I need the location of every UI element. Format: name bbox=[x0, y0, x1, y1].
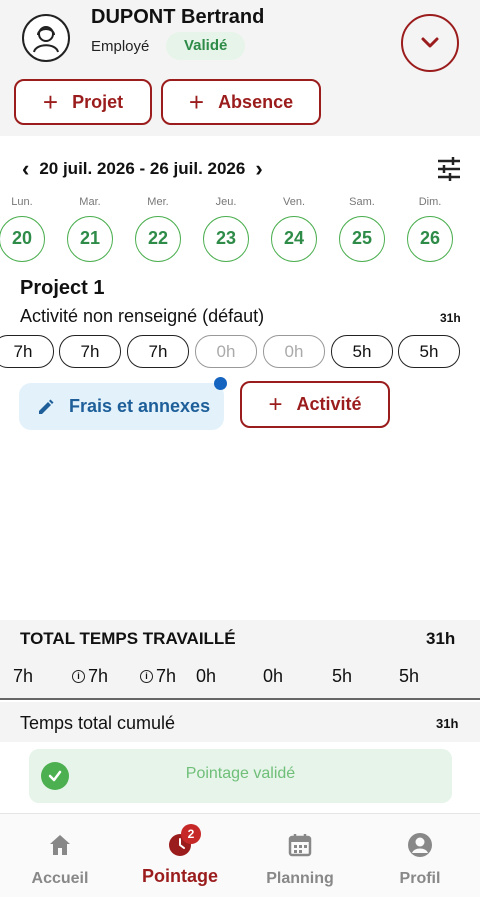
user-name: DUPONT Bertrand bbox=[91, 6, 265, 28]
hour-input[interactable]: 7h bbox=[59, 335, 121, 368]
frais-label: Frais et annexes bbox=[69, 396, 211, 416]
day-number: 24 bbox=[271, 216, 317, 262]
home-icon bbox=[50, 835, 70, 855]
add-activity-label: Activité bbox=[296, 394, 362, 414]
nav-pointage[interactable]: 2 Pointage bbox=[120, 814, 240, 897]
account-circle-icon bbox=[408, 833, 432, 857]
hour-input[interactable]: 0h bbox=[263, 335, 325, 368]
activity-total: 31h bbox=[440, 311, 461, 325]
day-name: Ven. bbox=[282, 196, 306, 208]
notification-dot bbox=[214, 377, 227, 390]
day-total-value: 5h bbox=[398, 666, 420, 686]
add-absence-label: Absence bbox=[218, 91, 294, 112]
nav-profil-label: Profil bbox=[399, 870, 441, 887]
day-column[interactable]: Jeu. 23 bbox=[202, 196, 250, 262]
add-activity-button[interactable]: + Activité bbox=[240, 381, 390, 428]
cumul-label: Temps total cumulé bbox=[20, 713, 176, 733]
filter-settings-icon[interactable] bbox=[436, 156, 462, 182]
day-total-value: 7h bbox=[87, 666, 109, 686]
hour-input[interactable]: 5h bbox=[398, 335, 460, 368]
chevron-down-icon bbox=[421, 37, 439, 48]
info-icon[interactable]: i bbox=[139, 670, 153, 683]
pencil-icon bbox=[39, 399, 54, 414]
day-name: Lun. bbox=[11, 196, 33, 208]
user-icon bbox=[33, 26, 59, 53]
day-number: 21 bbox=[67, 216, 113, 262]
day-total-value: 0h bbox=[195, 666, 217, 686]
day-total: 0h bbox=[175, 666, 237, 687]
user-role: Employé bbox=[91, 38, 150, 55]
day-name: Sam. bbox=[349, 196, 375, 208]
user-header: DUPONT Bertrand Employé Validé + Projet … bbox=[0, 0, 480, 136]
day-column[interactable]: Ven. 24 bbox=[270, 196, 318, 262]
day-name: Mer. bbox=[147, 196, 169, 208]
plus-icon: + bbox=[188, 87, 205, 117]
day-total: 5h bbox=[311, 666, 373, 687]
day-total-value: 0h bbox=[262, 666, 284, 686]
day-name: Mar. bbox=[79, 196, 101, 208]
nav-profil[interactable]: Profil bbox=[360, 814, 480, 897]
day-total: 0h bbox=[242, 666, 304, 687]
day-column[interactable]: Mar. 21 bbox=[66, 196, 114, 262]
project-title: Project 1 bbox=[20, 277, 105, 299]
nav-pointage-label: Pointage bbox=[141, 866, 218, 886]
day-column[interactable]: Dim. 26 bbox=[406, 196, 454, 262]
info-icon[interactable]: i bbox=[71, 670, 85, 683]
cumul-value: 31h bbox=[436, 716, 459, 731]
hour-input[interactable]: 0h bbox=[195, 335, 257, 368]
hour-input[interactable]: 7h bbox=[127, 335, 189, 368]
chevron-left-icon[interactable]: ‹ bbox=[22, 158, 29, 180]
day-total-value: 7h bbox=[12, 666, 34, 686]
day-total: 7h bbox=[0, 666, 54, 687]
day-column[interactable]: Sam. 25 bbox=[338, 196, 386, 262]
banner-text: Pointage validé bbox=[185, 765, 296, 782]
day-number: 22 bbox=[135, 216, 181, 262]
chevron-right-icon[interactable]: › bbox=[255, 158, 262, 180]
total-section: TOTAL TEMPS TRAVAILLÉ 31h 7h i 7h i 7h 0h … bbox=[0, 620, 480, 700]
bottom-nav: Accueil 2 Pointage Planning Profil bbox=[0, 813, 480, 897]
add-project-button[interactable]: + Projet bbox=[14, 79, 152, 125]
activity-label: Activité non renseigné (défaut) bbox=[20, 306, 265, 326]
day-number: 26 bbox=[407, 216, 453, 262]
notification-badge: 2 bbox=[181, 824, 201, 844]
status-badge: Validé bbox=[166, 32, 246, 60]
day-total: 5h bbox=[378, 666, 440, 687]
plus-icon: + bbox=[268, 390, 283, 418]
day-column[interactable]: Mer. 22 bbox=[134, 196, 182, 262]
day-name: Dim. bbox=[418, 196, 442, 208]
day-total-value: 5h bbox=[331, 666, 353, 686]
day-number: 23 bbox=[203, 216, 249, 262]
avatar bbox=[22, 14, 70, 62]
week-navigator: ‹ 20 juil. 2026 - 26 juil. 2026 › bbox=[22, 152, 263, 186]
nav-planning[interactable]: Planning bbox=[240, 814, 360, 897]
nav-accueil-label: Accueil bbox=[31, 870, 89, 887]
frais-button[interactable]: Frais et annexes bbox=[19, 383, 224, 430]
validated-banner: Pointage validé bbox=[29, 749, 452, 803]
hour-input[interactable]: 5h bbox=[331, 335, 393, 368]
cumul-section: Temps total cumulé 31h bbox=[0, 702, 480, 742]
day-total-value: 7h bbox=[155, 666, 177, 686]
total-label: TOTAL TEMPS TRAVAILLÉ bbox=[20, 629, 236, 648]
nav-accueil[interactable]: Accueil bbox=[0, 814, 120, 897]
nav-planning-label: Planning bbox=[266, 870, 334, 887]
plus-icon: + bbox=[42, 87, 59, 117]
calendar-icon bbox=[288, 834, 312, 857]
day-column[interactable]: Lun. 20 bbox=[0, 196, 46, 262]
total-value: 31h bbox=[426, 629, 456, 648]
hour-input[interactable]: 7h bbox=[0, 335, 54, 368]
day-total: i 7h bbox=[59, 666, 121, 687]
collapse-button[interactable] bbox=[401, 14, 459, 72]
add-absence-button[interactable]: + Absence bbox=[161, 79, 321, 125]
add-project-label: Projet bbox=[72, 91, 124, 112]
day-number: 25 bbox=[339, 216, 385, 262]
week-range: 20 juil. 2026 - 26 juil. 2026 bbox=[39, 159, 246, 178]
day-name: Jeu. bbox=[215, 196, 237, 208]
day-number: 20 bbox=[0, 216, 45, 262]
